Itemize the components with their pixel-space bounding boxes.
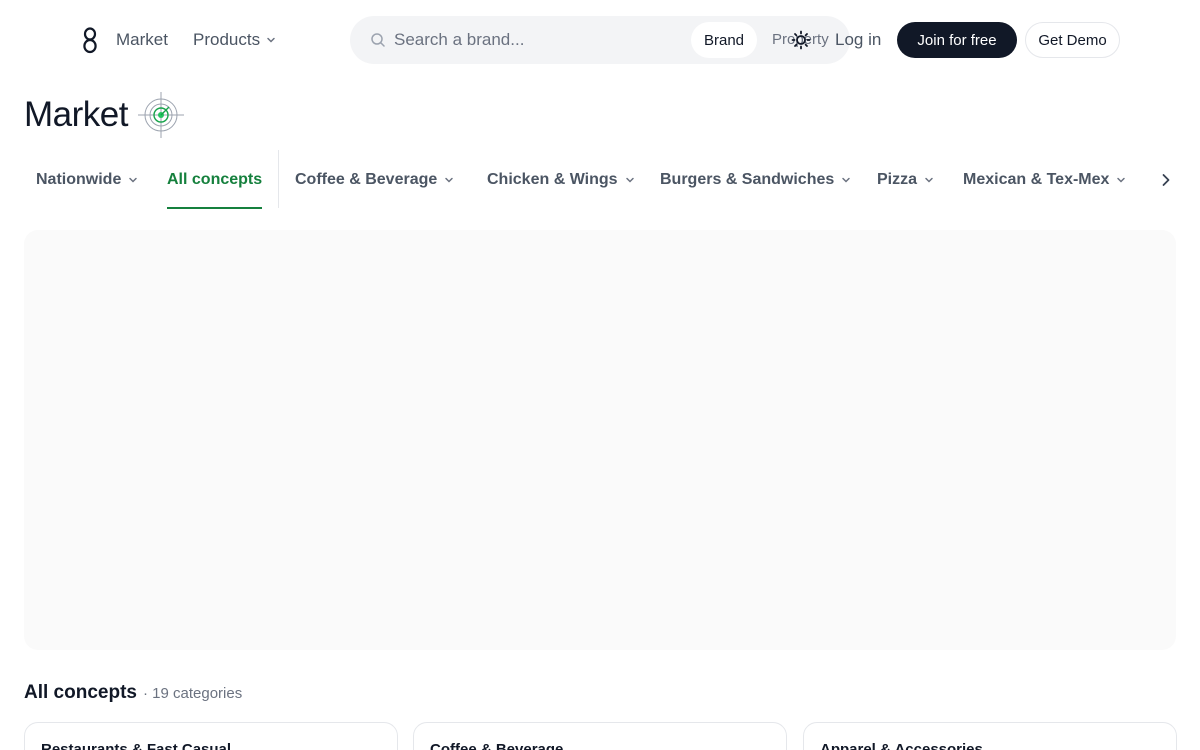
map-panel[interactable] [24, 230, 1176, 650]
page-title: Market [24, 95, 128, 134]
sun-icon[interactable] [791, 30, 811, 50]
section-count: · 19 categories [143, 685, 243, 702]
tab-label: Pizza [877, 171, 918, 188]
tab-label: Nationwide [36, 171, 122, 188]
nav-products-menu[interactable]: Products [193, 30, 276, 50]
login-link[interactable]: Log in [835, 30, 881, 50]
join-button[interactable]: Join for free [897, 22, 1017, 58]
tab-label: All concepts [167, 171, 263, 188]
tab-chicken-wings[interactable]: Chicken & Wings [487, 171, 635, 189]
chevron-down-icon [445, 177, 454, 183]
chevron-down-icon [625, 177, 634, 183]
nav-market-link[interactable]: Market [116, 30, 168, 50]
category-card-title: Restaurants & Fast Casual [41, 741, 232, 750]
logo-icon[interactable] [80, 26, 100, 54]
tab-nationwide[interactable]: Nationwide [36, 171, 138, 189]
search-input[interactable] [394, 28, 684, 52]
tab-label: Coffee & Beverage [295, 171, 438, 188]
target-icon [138, 92, 184, 138]
section-title: All concepts [24, 682, 137, 703]
chevron-down-icon [129, 177, 138, 183]
tab-burgers-sandwiches[interactable]: Burgers & Sandwiches [660, 171, 851, 189]
tab-label: Mexican & Tex-Mex [963, 171, 1110, 188]
get-demo-button[interactable]: Get Demo [1025, 22, 1120, 58]
top-navigation: Market Products Brand Property Log in Jo… [0, 0, 1200, 80]
chevron-down-icon [267, 37, 275, 43]
search-bar: Brand Property [350, 16, 850, 64]
category-card[interactable]: Restaurants & Fast Casual [24, 722, 398, 750]
nav-products-label: Products [193, 30, 261, 49]
tab-mexican-tex-mex[interactable]: Mexican & Tex-Mex [963, 171, 1126, 189]
category-card[interactable]: Apparel & Accessories [803, 722, 1177, 750]
search-icon [371, 33, 385, 47]
tab-pizza[interactable]: Pizza [877, 171, 934, 189]
nav-market-label: Market [116, 30, 168, 49]
tab-all-concepts[interactable]: All concepts [167, 171, 262, 189]
tabs-fade [1128, 150, 1158, 208]
chevron-right-icon[interactable] [1156, 170, 1176, 190]
tab-label: Burgers & Sandwiches [660, 171, 835, 188]
chevron-down-icon [842, 177, 851, 183]
category-card-title: Apparel & Accessories [820, 741, 983, 750]
chevron-down-icon [925, 177, 933, 183]
chevron-down-icon [1117, 177, 1126, 183]
tab-divider [278, 150, 279, 208]
category-card-title: Coffee & Beverage [430, 741, 564, 750]
tab-coffee-beverage[interactable]: Coffee & Beverage [295, 171, 454, 189]
category-tabs: Nationwide All concepts Coffee & Beverag… [0, 150, 1200, 210]
category-card[interactable]: Coffee & Beverage [413, 722, 787, 750]
tab-label: Chicken & Wings [487, 171, 618, 188]
active-tab-indicator [167, 207, 262, 209]
search-mode-brand[interactable]: Brand [691, 22, 757, 58]
